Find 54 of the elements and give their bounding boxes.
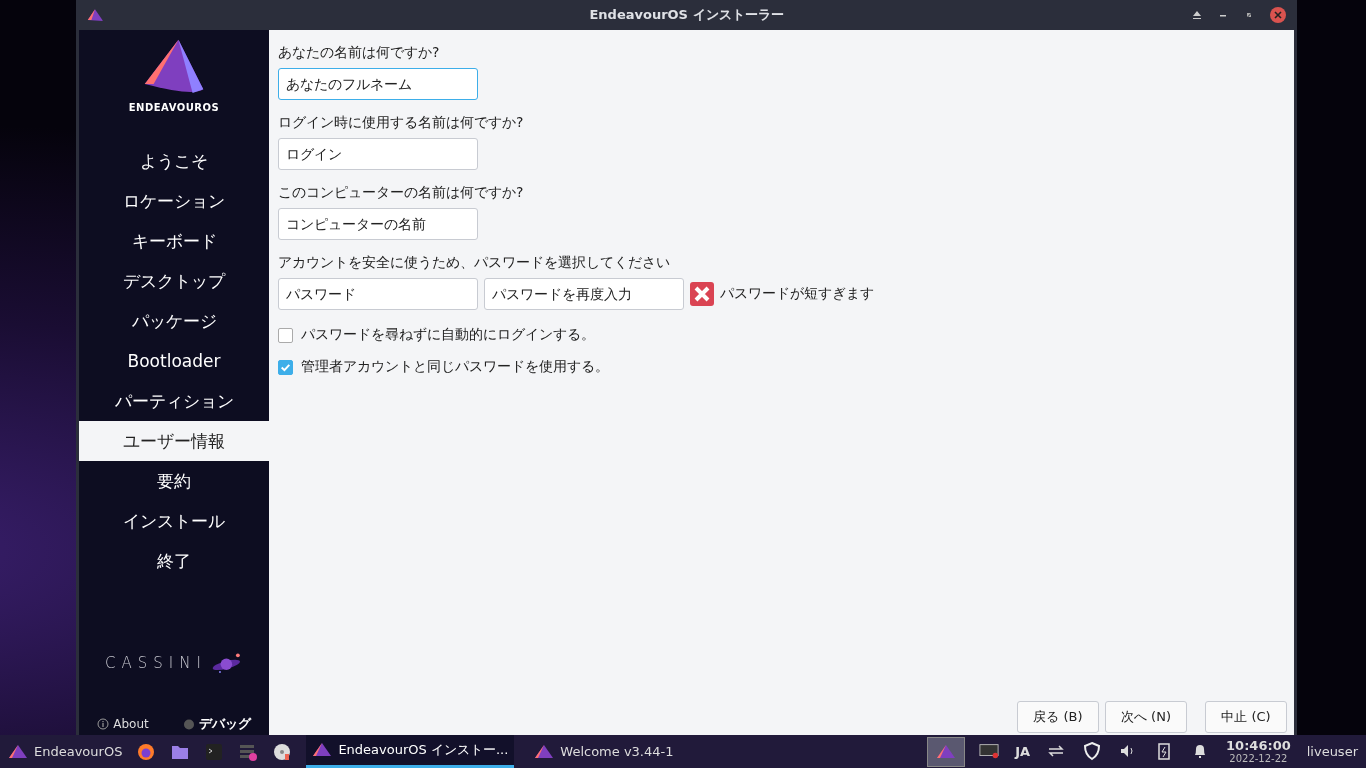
debug-button[interactable]: デバッグ: [182, 715, 251, 733]
start-menu-button[interactable]: EndeavourOS: [8, 743, 123, 760]
triangle-logo-icon: [8, 743, 28, 760]
clock-time[interactable]: 10:46:00: [1226, 738, 1291, 754]
logo-text: ENDEAVOUROS: [128, 102, 220, 113]
checkbox[interactable]: [278, 359, 293, 375]
sidebar-item[interactable]: ロケーション: [79, 181, 269, 221]
sidebar-item[interactable]: ようこそ: [79, 141, 269, 181]
error-message: パスワードが短すぎます: [720, 285, 874, 303]
sidebar-item[interactable]: デスクトップ: [79, 261, 269, 301]
keyboard-layout[interactable]: JA: [1015, 744, 1031, 759]
text-field[interactable]: コンピューターの名前: [278, 208, 478, 240]
release-name: CASSINI: [105, 654, 207, 672]
keep-above-icon[interactable]: [1191, 9, 1203, 21]
field-label: アカウントを安全に使うため、パスワードを選択してください: [278, 254, 670, 272]
sidebar-item[interactable]: 要約: [79, 461, 269, 501]
close-icon[interactable]: [1269, 6, 1287, 24]
user-name[interactable]: liveuser: [1306, 744, 1358, 759]
sidebar-item[interactable]: Bootloader: [79, 341, 269, 381]
disc-icon[interactable]: [272, 741, 293, 762]
password-field[interactable]: パスワードを再度入力: [484, 278, 684, 310]
field-label: あなたの名前は何ですか?: [278, 44, 440, 62]
sidebar-item[interactable]: パッケージ: [79, 301, 269, 341]
error-icon: [690, 282, 714, 306]
triangle-logo-icon: [312, 742, 333, 758]
sidebar-item[interactable]: ユーザー情報: [79, 421, 269, 461]
sidebar-item[interactable]: パーティション: [79, 381, 269, 421]
clock-date[interactable]: 2022-12-22: [1229, 753, 1288, 765]
password-field[interactable]: パスワード: [278, 278, 478, 310]
dialog-button[interactable]: 次へ (N): [1105, 701, 1187, 733]
taskbar-task[interactable]: Welcome v3.44-1: [528, 735, 680, 768]
sidebar-item[interactable]: キーボード: [79, 221, 269, 261]
field-label: このコンピューターの名前は何ですか?: [278, 184, 524, 202]
triangle-logo-icon: [936, 743, 957, 760]
taskbar-task[interactable]: EndeavourOS インストー...: [306, 735, 515, 768]
planet-icon: [210, 651, 243, 675]
text-field[interactable]: あなたのフルネーム: [278, 68, 478, 100]
checkbox[interactable]: [278, 327, 293, 343]
desktop-pager[interactable]: [927, 736, 966, 767]
dialog-button[interactable]: 中止 (C): [1205, 701, 1287, 733]
sidebar-item[interactable]: 終了: [79, 541, 269, 581]
browser-icon[interactable]: [136, 741, 157, 762]
checkbox-label: 管理者アカウントと同じパスワードを使用する。: [301, 358, 609, 376]
triangle-logo-icon: [534, 743, 555, 760]
text-field[interactable]: ログイン: [278, 138, 478, 170]
about-button[interactable]: About: [97, 715, 149, 733]
field-label: ログイン時に使用する名前は何ですか?: [278, 114, 524, 132]
info-icon: [97, 718, 110, 730]
sidebar-item[interactable]: インストール: [79, 501, 269, 541]
window-title: EndeavourOS インストーラー: [588, 6, 785, 24]
checkbox-label: パスワードを尋ねずに自動的にログインする。: [301, 326, 595, 344]
dialog-button[interactable]: 戻る (B): [1017, 701, 1099, 733]
shield-icon[interactable]: [1082, 741, 1103, 762]
triangle-logo-icon: [86, 7, 104, 23]
